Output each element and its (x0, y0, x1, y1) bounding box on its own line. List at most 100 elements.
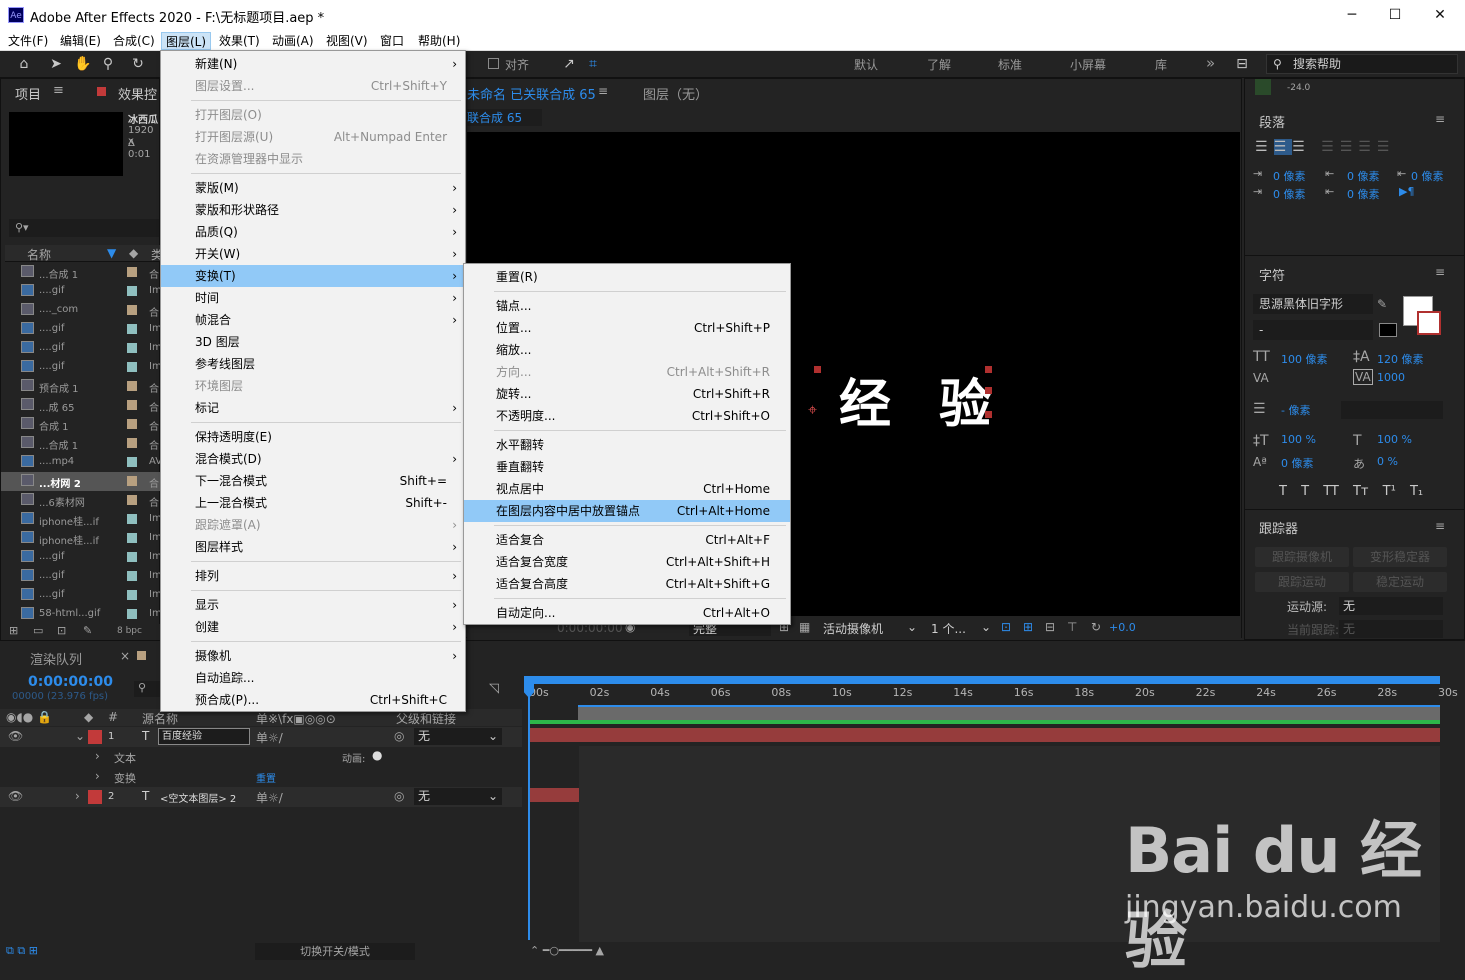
layer-switches-icons[interactable]: 单☼/ (256, 729, 283, 746)
tsume-value[interactable]: 0 % (1377, 455, 1398, 468)
label-color[interactable] (127, 495, 137, 505)
pickwhip-icon[interactable]: ◎ (394, 729, 404, 743)
comp-tab[interactable]: 未命名 已关联合成 65 (467, 84, 596, 103)
indent-left-value[interactable]: 0 像素 (1273, 168, 1306, 184)
menu-window[interactable]: 窗口 (376, 32, 408, 50)
workspace-library[interactable]: 库 (1155, 56, 1167, 73)
project-item[interactable]: ....gif Im (1, 320, 162, 339)
new-folder-icon[interactable]: ▭ (33, 624, 43, 637)
label-color[interactable] (127, 343, 137, 353)
label-color[interactable] (127, 571, 137, 581)
menu-layer[interactable]: 图层(L) (161, 32, 212, 50)
label-color[interactable] (127, 324, 137, 334)
transform-menu-item[interactable]: 锚点... (464, 295, 790, 317)
label-color[interactable] (127, 552, 137, 562)
selection-tool-icon[interactable]: ➤ (48, 56, 64, 72)
col-name-header[interactable]: 名称 (27, 246, 51, 263)
flowchart-icon[interactable]: ⊤ (1067, 620, 1077, 634)
stroke-style-dropdown[interactable] (1341, 401, 1443, 419)
label-color[interactable] (127, 381, 137, 391)
toggle-switches-modes-button[interactable]: 切换开关/模式 (255, 943, 415, 960)
panel-menu-icon[interactable]: ≡ (53, 83, 64, 98)
project-item[interactable]: 58-html...gif Im (1, 605, 162, 624)
camera-dropdown[interactable]: 活动摄像机 ⌄ (823, 620, 919, 637)
layer-menu-item[interactable]: 蒙版(M) › (161, 177, 465, 199)
bbox-handle[interactable] (985, 387, 992, 394)
menu-help[interactable]: 帮助(H) (414, 32, 464, 50)
stroke-toggle-icon[interactable] (1379, 323, 1397, 337)
transform-menu-item[interactable]: 重置(R) (464, 266, 790, 288)
project-item[interactable]: ....gif Im (1, 282, 162, 301)
layer-name[interactable]: <空文本图层> 2 (160, 790, 236, 805)
font-size-value[interactable]: 100 像素 (1281, 351, 1328, 367)
layer-duration-bar[interactable] (529, 728, 1440, 742)
transform-menu-item[interactable]: 旋转... Ctrl+Shift+R (464, 383, 790, 405)
label-color[interactable] (88, 730, 102, 744)
project-item[interactable]: 合成 1 合 (1, 415, 161, 434)
timeline-icon[interactable]: ⊞ (1023, 620, 1033, 634)
font-style-dropdown[interactable]: - (1253, 320, 1373, 340)
parent-dropdown[interactable]: 无 ⌄ (414, 728, 502, 745)
transform-menu-item[interactable]: 缩放... (464, 339, 790, 361)
layer-menu-item[interactable]: 帧混合 › (161, 309, 465, 331)
transform-menu-item[interactable]: 方向... Ctrl+Alt+Shift+R (464, 361, 790, 383)
transform-menu-item[interactable]: 位置... Ctrl+Shift+P (464, 317, 790, 339)
track-motion-button[interactable]: 跟踪运动 (1255, 572, 1349, 592)
stroke-width-value[interactable]: - 像素 (1281, 402, 1310, 418)
project-item[interactable]: ....gif Im (1, 548, 162, 567)
horizontal-scale-value[interactable]: 100 % (1377, 433, 1412, 446)
project-item[interactable]: ...._com 合 (1, 301, 161, 320)
workspace-default[interactable]: 默认 (854, 56, 878, 73)
faux-italic-button[interactable]: T (1301, 484, 1309, 499)
workspace-standard[interactable]: 标准 (998, 56, 1022, 73)
work-area-range[interactable] (578, 705, 1440, 721)
bbox-handle[interactable] (814, 366, 821, 373)
label-color[interactable] (127, 533, 137, 543)
baseline-shift-value[interactable]: 0 像素 (1281, 455, 1314, 471)
label-color[interactable] (88, 790, 102, 804)
font-family-dropdown[interactable]: 思源黑体旧字形 (1253, 294, 1373, 314)
label-color[interactable] (127, 590, 137, 600)
sort-down-icon[interactable]: ▼ (107, 246, 116, 260)
interpret-footage-icon[interactable]: ⊞ (9, 624, 18, 637)
text-style-buttons[interactable]: T T TT Tт T¹ T₁ (1279, 484, 1423, 499)
layer-menu-item[interactable]: 3D 图层 (161, 331, 465, 353)
layer-menu-item[interactable]: 品质(Q) › (161, 221, 465, 243)
layer-menu-item[interactable]: 开关(W) › (161, 243, 465, 265)
current-timecode[interactable]: 0:00:00:00 (28, 674, 113, 690)
layer-menu-item[interactable]: 混合模式(D) › (161, 448, 465, 470)
project-search-input[interactable]: ⚲▾ (9, 219, 159, 237)
fast-preview-icon[interactable]: ⊡ (1001, 620, 1011, 634)
project-item[interactable]: iphone桂...if Im (1, 529, 162, 548)
indent-right-value[interactable]: 0 像素 (1411, 168, 1444, 184)
layer-menu-item[interactable]: 摄像机 › (161, 645, 465, 667)
space-before-value[interactable]: 0 像素 (1347, 168, 1380, 184)
layer-tab[interactable]: 图层（无） (643, 84, 708, 103)
project-item[interactable]: ...6素材网 合 (1, 491, 161, 510)
label-color[interactable] (127, 267, 137, 277)
small-caps-button[interactable]: Tт (1353, 484, 1369, 499)
layer-menu-item[interactable]: 跟踪遮罩(A) › (161, 514, 465, 536)
transform-menu-item[interactable]: 适合复合宽度 Ctrl+Alt+Shift+H (464, 551, 790, 573)
property-row[interactable]: › 文本 动画: ● (0, 747, 522, 767)
first-line-value[interactable]: 0 像素 (1273, 186, 1306, 202)
faux-bold-button[interactable]: T (1279, 484, 1287, 499)
comp-tab-menu-icon[interactable]: ≡ (598, 84, 608, 98)
playhead[interactable] (528, 684, 530, 940)
zoom-tool-icon[interactable]: ⚲ (100, 56, 116, 72)
ltr-icon[interactable]: ▶¶ (1399, 185, 1414, 198)
warp-stabilizer-button[interactable]: 变形稳定器 (1353, 547, 1447, 567)
leading-value[interactable]: 120 像素 (1377, 351, 1424, 367)
motion-source-dropdown[interactable]: 无 (1339, 597, 1443, 615)
transform-menu-item[interactable]: 自动定向... Ctrl+Alt+O (464, 602, 790, 624)
project-item[interactable]: ...合成 1 合 (1, 434, 161, 453)
current-track-dropdown[interactable]: 无 (1339, 620, 1443, 638)
project-item[interactable]: ....mp4 AV (1, 453, 162, 472)
project-item[interactable]: iphone桂...if Im (1, 510, 162, 529)
menu-effect[interactable]: 效果(T) (215, 32, 264, 50)
layer-menu-item[interactable]: 保持透明度(E) (161, 426, 465, 448)
render-queue-tab[interactable]: 渲染队列 (30, 649, 82, 668)
comp-breadcrumb[interactable]: 联合成 65 (467, 109, 543, 126)
menu-edit[interactable]: 编辑(E) (56, 32, 105, 50)
comp-flowchart-icon[interactable]: ⊟ (1045, 620, 1055, 634)
